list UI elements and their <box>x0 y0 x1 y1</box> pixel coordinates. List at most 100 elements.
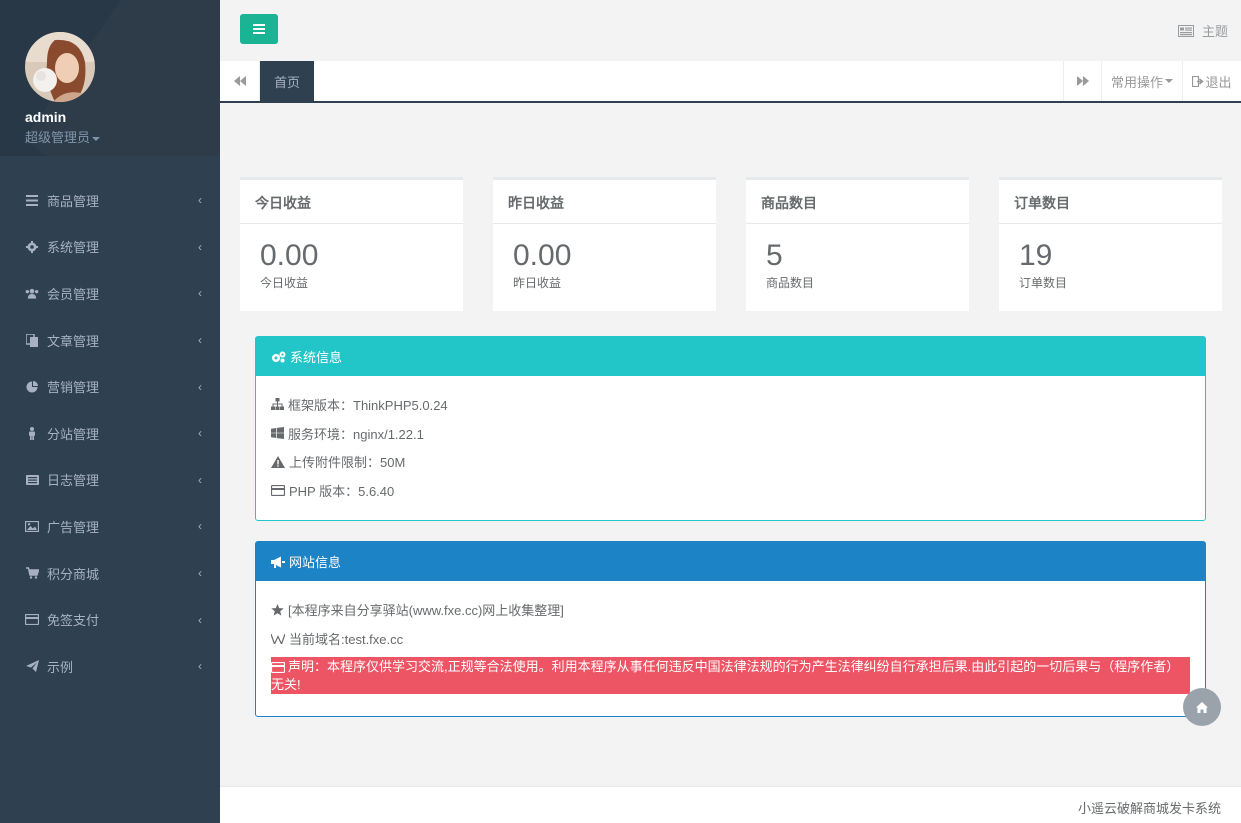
ops-label: 常用操作 <box>1110 74 1163 90</box>
info-text: 服务环境：nginx/1.22.1 <box>288 426 424 442</box>
bars-icon <box>253 24 265 34</box>
chevron-left-icon: ‹ <box>198 333 202 348</box>
logout-button[interactable]: 退出 <box>1182 61 1241 101</box>
sidebar-item-label: 日志管理 <box>47 473 100 489</box>
dashboard-content: 今日收益 0.00 今日收益 昨日收益 0.00 昨日收益 商品数目 5 商品数… <box>220 103 1241 786</box>
sidebar-item-points-mall[interactable]: 积分商城 ‹ <box>0 550 220 597</box>
panel-heading: 网站信息 <box>256 542 1205 581</box>
panel-title: 网站信息 <box>289 555 342 570</box>
username: admin <box>25 109 67 125</box>
sidebar-item-label: 分站管理 <box>47 426 100 442</box>
backward-icon <box>233 76 246 86</box>
stat-value: 0.00 <box>513 239 572 272</box>
paper-plane-icon <box>25 659 39 673</box>
info-text: 框架版本：ThinkPHP5.0.24 <box>288 397 448 413</box>
sidebar-item-label: 免签支付 <box>47 613 100 629</box>
stat-value: 5 <box>766 239 783 272</box>
sidebar-item-goods[interactable]: 商品管理 ‹ <box>0 177 220 224</box>
disclaimer-text: 声明：本程序仅供学习交流,正规等合法使用。利用本程序从事任何违反中国法律法规的行… <box>271 659 1180 692</box>
footer: 小遥云破解商城发卡系统 <box>220 786 1241 823</box>
sitemap-icon <box>271 398 284 411</box>
stat-goods-count: 商品数目 5 商品数目 <box>746 177 969 311</box>
site-source: [本程序来自分享驿站(www.fxe.cc)网上收集整理] <box>271 595 1190 624</box>
sidebar-item-members[interactable]: 会员管理 ‹ <box>0 270 220 317</box>
stat-order-count: 订单数目 19 订单数目 <box>999 177 1222 311</box>
disclaimer-alert: 声明：本程序仅供学习交流,正规等合法使用。利用本程序从事任何违反中国法律法规的行… <box>271 657 1190 694</box>
tab-scroll-left-button[interactable] <box>220 61 260 101</box>
tab-home[interactable]: 首页 <box>260 61 315 101</box>
stat-subtitle: 订单数目 <box>1019 276 1068 290</box>
credit-card-icon <box>25 613 39 627</box>
info-server: 服务环境：nginx/1.22.1 <box>271 419 1190 448</box>
common-operations-dropdown[interactable]: 常用操作 <box>1101 61 1182 101</box>
list-icon <box>25 473 39 487</box>
image-icon <box>25 519 39 533</box>
tab-label: 首页 <box>274 74 301 90</box>
sidebar-item-label: 营销管理 <box>47 380 100 396</box>
bullhorn-icon <box>271 556 285 568</box>
sidebar-item-logs[interactable]: 日志管理 ‹ <box>0 457 220 504</box>
chevron-left-icon: ‹ <box>198 286 202 301</box>
gear-icon <box>25 240 39 254</box>
caret-down-icon <box>1165 79 1173 83</box>
chevron-left-icon: ‹ <box>198 472 202 487</box>
sidebar-item-ads[interactable]: 广告管理 ‹ <box>0 503 220 550</box>
stat-title: 昨日收益 <box>493 180 716 224</box>
sidebar-item-payment[interactable]: 免签支付 ‹ <box>0 596 220 643</box>
toggle-sidebar-button[interactable] <box>240 14 278 44</box>
footer-text: 小遥云破解商城发卡系统 <box>1077 801 1221 816</box>
stat-value: 19 <box>1019 239 1053 272</box>
stat-subtitle: 今日收益 <box>260 276 309 290</box>
role-dropdown[interactable]: 超级管理员 <box>25 127 220 146</box>
pie-chart-icon <box>25 380 39 394</box>
avatar[interactable] <box>25 32 95 102</box>
bars-icon <box>25 193 39 207</box>
chevron-left-icon: ‹ <box>198 519 202 534</box>
warning-icon <box>271 455 285 468</box>
site-info-panel: 网站信息 [本程序来自分享驿站(www.fxe.cc)网上收集整理] 当前域名:… <box>255 541 1206 717</box>
users-icon <box>25 286 39 300</box>
theme-button[interactable]: 主题 <box>1177 21 1228 40</box>
cart-icon <box>25 566 39 580</box>
panel-title: 系统信息 <box>290 350 343 365</box>
system-info-panel: 系统信息 框架版本：ThinkPHP5.0.24 服务环境：nginx/1.22… <box>255 336 1206 521</box>
logout-label: 退出 <box>1205 74 1232 90</box>
chevron-left-icon: ‹ <box>198 426 202 441</box>
sidebar-item-label: 广告管理 <box>47 519 100 535</box>
sidebar-item-articles[interactable]: 文章管理 ‹ <box>0 317 220 364</box>
stat-title: 商品数目 <box>746 180 969 224</box>
chevron-left-icon: ‹ <box>198 379 202 394</box>
sidebar-item-label: 文章管理 <box>47 333 100 349</box>
home-button[interactable] <box>1183 688 1221 726</box>
credit-card-icon <box>271 662 285 673</box>
stats-row: 今日收益 0.00 今日收益 昨日收益 0.00 昨日收益 商品数目 5 商品数… <box>240 177 1222 311</box>
sidebar-nav: 商品管理 ‹ 系统管理 ‹ 会员管理 ‹ 文章管理 ‹ 营销管理 ‹ 分站管理 … <box>0 177 220 690</box>
user-profile: admin 超级管理员 <box>0 0 220 156</box>
sidebar: admin 超级管理员 商品管理 ‹ 系统管理 ‹ 会员管理 ‹ 文章管理 ‹ … <box>0 0 220 823</box>
info-php-version: PHP 版本：5.6.40 <box>271 476 1190 505</box>
sidebar-item-substations[interactable]: 分站管理 ‹ <box>0 410 220 457</box>
sidebar-item-system[interactable]: 系统管理 ‹ <box>0 224 220 271</box>
site-domain-text: 当前域名:test.fxe.cc <box>289 632 404 647</box>
theme-label: 主题 <box>1201 24 1228 39</box>
tab-scroll-right-button[interactable] <box>1063 61 1101 101</box>
main-area: 主题 首页 常用操作 退出 今日收益 0.00 今日收益 昨日收益 0.00 昨… <box>220 0 1241 823</box>
panel-body: 框架版本：ThinkPHP5.0.24 服务环境：nginx/1.22.1 上传… <box>256 376 1205 505</box>
site-domain: 当前域名:test.fxe.cc <box>271 624 1190 653</box>
stat-subtitle: 昨日收益 <box>513 276 562 290</box>
stat-subtitle: 商品数目 <box>766 276 815 290</box>
chevron-left-icon: ‹ <box>198 659 202 674</box>
info-upload-limit: 上传附件限制：50M <box>271 447 1190 476</box>
theme-icon <box>1177 24 1194 37</box>
sidebar-item-examples[interactable]: 示例 ‹ <box>0 643 220 690</box>
sidebar-item-label: 商品管理 <box>47 193 100 209</box>
role-label: 超级管理员 <box>25 130 91 145</box>
home-icon <box>1196 701 1208 713</box>
sidebar-item-marketing[interactable]: 营销管理 ‹ <box>0 363 220 410</box>
stat-title: 今日收益 <box>240 180 463 224</box>
tab-actions: 常用操作 退出 <box>1063 61 1241 101</box>
credit-card-icon <box>271 484 285 496</box>
top-navbar: 主题 <box>220 0 1241 61</box>
gears-icon <box>272 351 286 362</box>
male-icon <box>25 426 39 440</box>
